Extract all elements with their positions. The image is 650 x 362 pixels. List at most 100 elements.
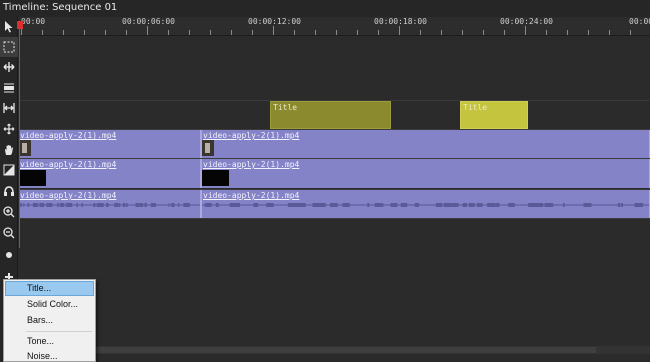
waveform-peak [59,203,63,207]
waveform-peak [216,203,219,207]
timeline-scrollbar[interactable] [96,346,650,354]
waveform-peak [545,203,548,207]
waveform-peak [27,203,30,207]
waveform-peak [93,203,96,207]
hand-tool[interactable] [0,140,18,160]
waveform-peak [153,203,156,207]
waveform-peak [462,203,467,207]
ruler-tick [231,30,232,35]
waveform-peak [23,203,25,207]
ruler-tick [546,30,547,35]
waveform-peak [374,203,382,207]
title-clip[interactable]: Title [270,101,391,129]
ruler-tick [189,30,190,35]
waveform-peak [151,203,154,207]
crop-icon [3,164,15,176]
ruler-tick [42,30,43,35]
audio-clip[interactable]: video-apply-2(1).mp4 [201,190,650,218]
move-icon [3,123,15,135]
waveform-peak [476,203,483,207]
ruler-tick [315,30,316,35]
hand-icon [5,145,13,155]
zoom-out-tool[interactable] [0,223,18,243]
record-tool[interactable] [0,245,18,265]
waveform-peak [125,203,128,207]
time-ruler[interactable]: 00:00 00:00:06:00 00:00:12:00 00:00:18:0… [19,17,650,36]
stretch-tool[interactable] [0,98,18,118]
waveform-peak [468,203,475,207]
waveform-peak [66,203,70,207]
select-arrow-tool[interactable] [0,17,18,37]
zoom-in-icon [3,206,15,218]
playhead-marker[interactable] [17,21,23,29]
waveform-peak [381,203,384,207]
ripple-edit-icon [3,62,15,72]
audio-clip-label: video-apply-2(1).mp4 [203,191,300,200]
waveform-peak [204,203,212,207]
ruler-tick [105,30,106,35]
waveform-peak [57,203,59,207]
title-clip-label: Title [273,103,298,112]
move-tool[interactable] [0,119,18,139]
ruler-tick [126,30,127,35]
video-clip-label: video-apply-2(1).mp4 [20,131,117,140]
waveform-peak [539,203,544,207]
audio-icon [4,186,14,196]
menu-item-bars[interactable]: Bars... [5,313,94,328]
ruler-tick [357,30,358,35]
menu-item-tone[interactable]: Tone... [5,334,94,349]
waveform-peak [451,203,454,207]
slip-tool[interactable] [0,78,18,98]
record-icon [6,252,12,258]
waveform-peak [81,203,83,207]
ripple-edit-tool[interactable] [0,57,18,77]
waveform-peak [33,203,35,207]
waveform-peak [321,203,325,207]
waveform-peak [118,203,121,207]
video-clip[interactable]: video-apply-2(1).mp4 [19,130,201,158]
waveform-peak [177,203,180,207]
waveform-peak [495,203,500,207]
waveform-peak [617,203,621,207]
menu-item-noise[interactable]: Noise... [5,349,94,362]
ruler-tick [210,30,211,35]
waveform-peak [99,203,103,207]
audio-tool[interactable] [0,181,18,201]
waveform-peak [20,203,22,207]
waveform-peak [168,203,170,207]
waveform-peak [342,203,350,207]
ruler-tick [168,30,169,35]
ruler-tick [252,30,253,35]
ruler-tick [504,30,505,35]
video-thumbnail [19,140,31,156]
scrollbar-thumb[interactable] [96,347,596,353]
title-clip[interactable]: Title [460,101,528,129]
ruler-label: 00:00:06:00 [122,17,175,26]
waveform-peak [414,203,419,207]
audio-clip[interactable]: video-apply-2(1).mp4 [19,190,201,218]
waveform-peak [41,203,44,207]
video-clip[interactable]: video-apply-2(1).mp4 [19,159,201,188]
menu-item-solid-color[interactable]: Solid Color... [5,297,94,312]
playhead-line[interactable] [19,23,20,248]
waveform-peak [114,203,118,207]
ruler-tick [273,26,274,35]
marquee-select-tool[interactable] [0,37,18,57]
menu-item-title[interactable]: Title... [5,281,94,296]
crop-tool[interactable] [0,160,18,180]
waveform-peak [562,203,565,207]
ruler-tick [462,30,463,35]
video-clip-label: video-apply-2(1).mp4 [203,131,300,140]
zoom-in-tool[interactable] [0,202,18,222]
video-clip[interactable]: video-apply-2(1).mp4 [201,130,650,158]
waveform-peak [583,203,592,207]
waveform-peak [232,203,235,207]
waveform-peak [634,203,639,207]
waveform-peak [171,203,175,207]
select-arrow-icon [5,21,13,33]
waveform-peak [136,203,140,207]
waveform-peak [537,203,540,207]
menu-separator [26,331,92,332]
video-clip[interactable]: video-apply-2(1).mp4 [201,159,650,188]
waveform-peak [107,203,109,207]
